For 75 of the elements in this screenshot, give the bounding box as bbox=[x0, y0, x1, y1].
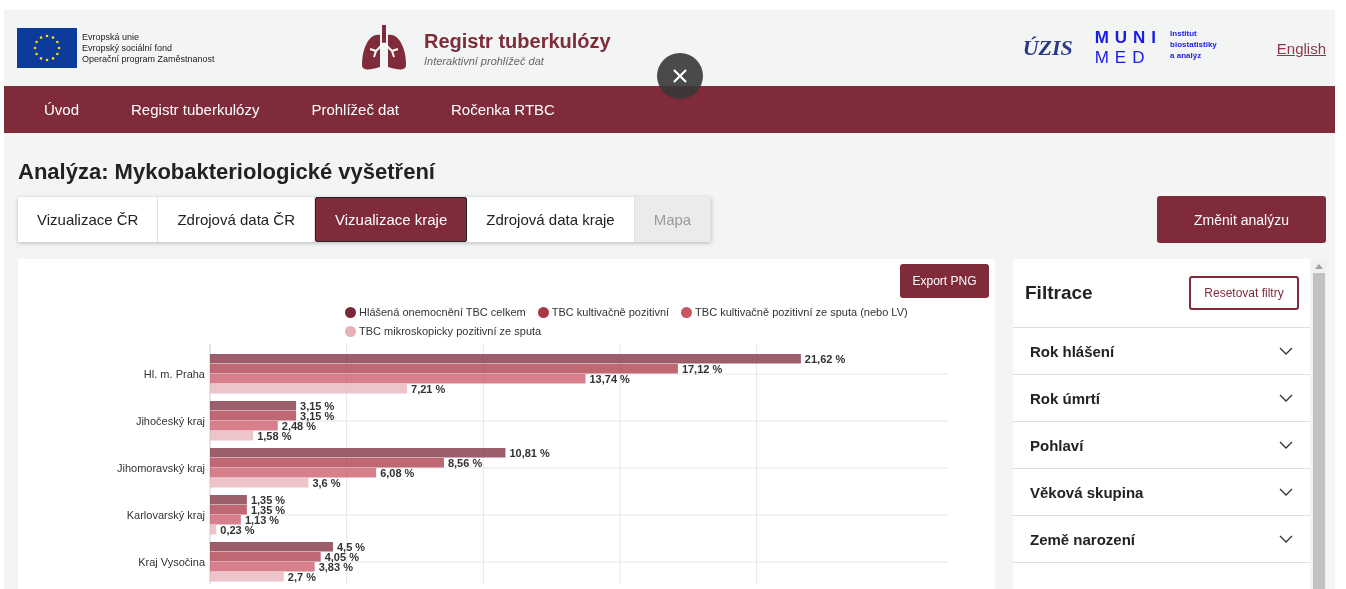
filter-label: Rok úmrtí bbox=[1030, 389, 1100, 407]
filter-item[interactable]: Pohlaví bbox=[1013, 421, 1310, 468]
bar[interactable] bbox=[210, 364, 678, 374]
eu-logo-text: Evropská unie Evropský sociální fond Operační program Zaměstnanost bbox=[82, 31, 215, 65]
bar[interactable] bbox=[210, 411, 297, 421]
bar[interactable] bbox=[210, 458, 444, 468]
nav-link[interactable]: Prohlížeč dat bbox=[285, 101, 425, 118]
bar[interactable] bbox=[210, 495, 247, 505]
tab[interactable]: Vizualizace kraje bbox=[315, 197, 468, 242]
bar[interactable] bbox=[210, 448, 506, 458]
language-link[interactable]: English bbox=[1276, 39, 1326, 57]
filter-item[interactable]: Rok úmrtí bbox=[1013, 374, 1310, 421]
filter-label: Rok hlášení bbox=[1030, 342, 1115, 360]
bar[interactable] bbox=[210, 525, 217, 535]
nav-link[interactable]: Ročenka RTBC bbox=[424, 101, 581, 118]
bar[interactable] bbox=[210, 572, 284, 582]
bar[interactable] bbox=[210, 401, 297, 411]
bar[interactable] bbox=[210, 552, 321, 562]
bar[interactable] bbox=[210, 542, 333, 552]
change-analysis-button[interactable]: Změnit analýzu bbox=[1157, 196, 1326, 243]
lungs-icon bbox=[360, 25, 408, 71]
legend-label[interactable]: TBC kultivačně pozitivní bbox=[551, 306, 670, 318]
filter-label: Věková skupina bbox=[1030, 483, 1144, 501]
bar-value-label: 10,81 % bbox=[509, 446, 550, 459]
bar-value-label: 1,35 % bbox=[250, 493, 286, 506]
page-title: Analýza: Mykobakteriologické vyšetření bbox=[18, 159, 437, 186]
tab[interactable]: Zdrojová data ČR bbox=[158, 197, 315, 242]
scroll-up-icon[interactable] bbox=[1315, 264, 1323, 269]
legend-label[interactable]: Hlášená onemocnění TBC celkem bbox=[359, 306, 526, 318]
bar-value-label: 17,12 % bbox=[681, 362, 723, 375]
category-label: Kraj Vysočina bbox=[138, 556, 205, 568]
eu-flag-icon bbox=[17, 28, 77, 68]
nav-link[interactable]: Registr tuberkulózy bbox=[105, 101, 286, 118]
bar[interactable] bbox=[210, 562, 315, 572]
bar-value-label: 3,15 % bbox=[300, 399, 335, 412]
filter-label: Pohlaví bbox=[1030, 436, 1084, 454]
reset-filters-button[interactable]: Resetovat filtry bbox=[1189, 276, 1299, 310]
tab[interactable]: Vizualizace ČR bbox=[18, 197, 159, 242]
bar[interactable] bbox=[210, 421, 278, 431]
site-title[interactable]: Registr tuberkulózy bbox=[424, 29, 611, 53]
bar[interactable] bbox=[210, 354, 801, 364]
filter-item[interactable]: Rok hlášení bbox=[1013, 327, 1310, 374]
bar[interactable] bbox=[210, 515, 241, 525]
bar-value-label: 3,6 % bbox=[312, 476, 341, 489]
legend-label[interactable]: TBC mikroskopicky pozitivní ze sputa bbox=[359, 325, 542, 337]
site-subtitle: Interaktivní prohlížeč dat bbox=[424, 54, 545, 67]
bar-value-label: 6,08 % bbox=[380, 466, 415, 479]
category-label: Hl. m. Praha bbox=[143, 368, 205, 380]
filter-item[interactable]: Věková skupina bbox=[1013, 468, 1310, 515]
close-icon bbox=[671, 67, 689, 85]
bar[interactable] bbox=[210, 478, 309, 488]
category-label: Jihomoravský kraj bbox=[116, 462, 205, 474]
close-button[interactable] bbox=[657, 53, 703, 99]
bar[interactable] bbox=[210, 468, 377, 478]
category-label: Karlovarský kraj bbox=[126, 509, 205, 521]
bar-value-label: 4,5 % bbox=[337, 540, 366, 553]
bar-value-label: 13,74 % bbox=[589, 372, 630, 385]
bar-value-label: 8,56 % bbox=[447, 456, 483, 469]
tab[interactable]: Zdrojová data kraje bbox=[467, 197, 635, 242]
bar-value-label: 2,7 % bbox=[287, 570, 316, 583]
uzis-logo[interactable]: ÚZIS bbox=[1022, 33, 1075, 63]
category-label: Jihočeský kraj bbox=[135, 415, 205, 427]
bar[interactable] bbox=[210, 505, 247, 515]
bar[interactable] bbox=[210, 431, 254, 441]
bar[interactable] bbox=[210, 384, 408, 394]
bar[interactable] bbox=[210, 374, 586, 384]
legend-label[interactable]: TBC kultivačně pozitivní ze sputa (nebo LV) bbox=[695, 306, 908, 318]
export-button[interactable]: Export PNG bbox=[900, 264, 989, 298]
filter-title: Filtrace bbox=[1025, 282, 1093, 304]
filter-item[interactable]: Země narození bbox=[1013, 515, 1310, 562]
filter-label: Země narození bbox=[1030, 530, 1136, 548]
bar-value-label: 7,21 % bbox=[411, 382, 446, 395]
bar-value-label: 21,62 % bbox=[804, 352, 846, 365]
scrollbar[interactable] bbox=[1312, 259, 1326, 589]
nav-link[interactable]: Úvod bbox=[18, 101, 106, 118]
